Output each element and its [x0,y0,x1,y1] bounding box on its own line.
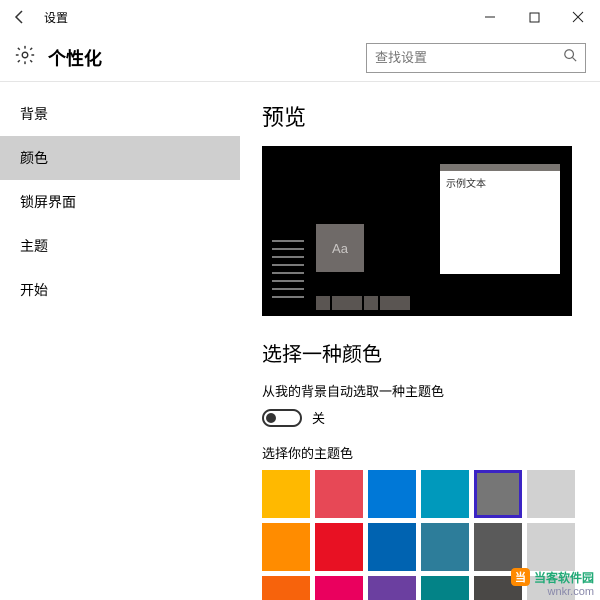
color-swatch[interactable] [474,470,522,518]
color-swatch[interactable] [527,523,575,571]
color-swatch[interactable] [421,576,469,600]
preview-start-menu: Aa [268,224,428,310]
preview-heading: 预览 [262,100,578,132]
page-title: 个性化 [48,45,102,71]
sidebar-item-colors[interactable]: 颜色 [0,136,240,180]
gear-icon [14,44,36,71]
color-swatch[interactable] [421,523,469,571]
color-swatch[interactable] [262,576,310,600]
preview-window: 示例文本 [440,164,560,274]
close-icon [572,11,584,23]
sidebar-item-background[interactable]: 背景 [0,92,240,136]
color-swatch[interactable] [262,470,310,518]
preview-window-text: 示例文本 [440,171,560,194]
watermark-url: wnkr.com [511,586,594,598]
color-swatch[interactable] [527,470,575,518]
maximize-icon [529,12,540,23]
auto-accent-toggle[interactable] [262,409,302,427]
color-swatch[interactable] [315,470,363,518]
color-swatch[interactable] [368,523,416,571]
color-swatch[interactable] [421,470,469,518]
watermark-brand: 当客软件园 [534,569,594,586]
color-swatch[interactable] [315,523,363,571]
color-swatch[interactable] [315,576,363,600]
sidebar-item-themes[interactable]: 主题 [0,224,240,268]
color-swatch[interactable] [262,523,310,571]
preview-tile-label: Aa [316,224,364,272]
choose-accent-label: 选择你的主题色 [262,443,578,462]
watermark-badge: 当 [511,568,530,586]
toggle-knob [266,413,276,423]
content-area: 预览 Aa 示例文本 选择一种颜色 从我的背景自动选取一种主题色 [240,82,600,600]
watermark: 当当客软件园 wnkr.com [511,568,594,598]
maximize-button[interactable] [512,0,556,34]
search-box[interactable] [366,43,586,73]
auto-accent-label: 从我的背景自动选取一种主题色 [262,381,578,400]
color-swatch[interactable] [474,523,522,571]
sidebar: 背景 颜色 锁屏界面 主题 开始 [0,82,240,600]
back-button[interactable] [0,0,40,34]
toggle-state-label: 关 [312,408,325,427]
window-title: 设置 [44,9,68,26]
search-input[interactable] [375,50,563,65]
pick-color-heading: 选择一种颜色 [262,338,578,367]
preview-box: Aa 示例文本 [262,146,572,316]
minimize-icon [484,11,496,23]
color-swatch[interactable] [368,576,416,600]
search-icon [563,48,577,67]
close-button[interactable] [556,0,600,34]
header: 个性化 [0,34,600,82]
sidebar-item-start[interactable]: 开始 [0,268,240,312]
color-swatch[interactable] [368,470,416,518]
sidebar-item-lockscreen[interactable]: 锁屏界面 [0,180,240,224]
minimize-button[interactable] [468,0,512,34]
titlebar: 设置 [0,0,600,34]
arrow-left-icon [12,9,28,25]
